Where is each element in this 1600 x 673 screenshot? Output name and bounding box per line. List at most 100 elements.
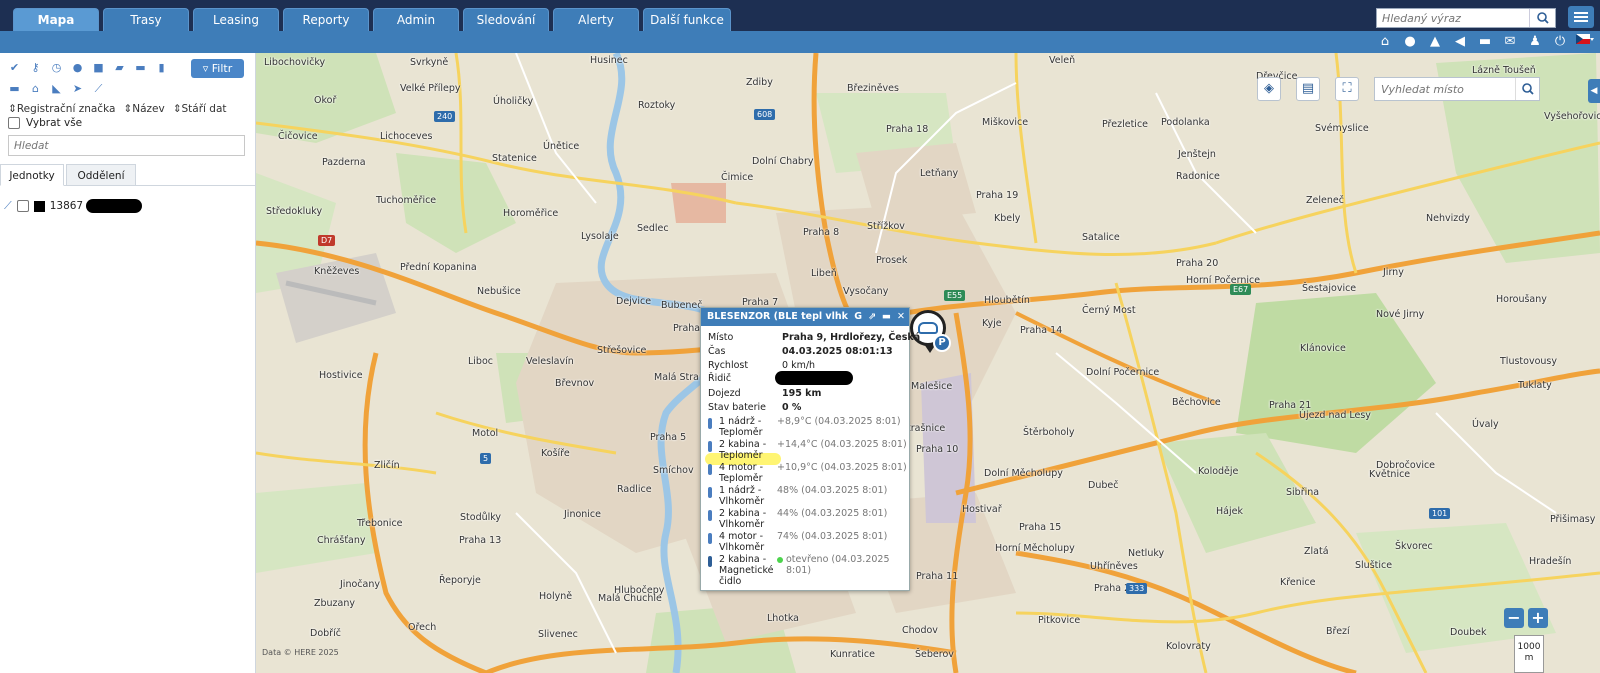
tab-trasy[interactable]: Trasy (103, 8, 189, 31)
global-search-input[interactable] (1377, 9, 1529, 27)
map-place-label: Vysočany (843, 286, 889, 297)
filter-button[interactable]: ▿ Filtr (191, 59, 244, 78)
sensor-label-line1: 2 kabina - (719, 439, 767, 450)
folder-icon[interactable]: ▬ (1476, 34, 1494, 50)
map-place-label: Střešovice (597, 345, 647, 356)
collapse-panel-button[interactable]: ◀ (1588, 79, 1600, 103)
minimize-icon[interactable]: ▬ (882, 308, 891, 326)
car-icon[interactable]: ▰ (113, 61, 126, 74)
tab-reporty[interactable]: Reporty (283, 8, 369, 31)
road-number-shield: E67 (1230, 284, 1252, 295)
map-place-label: Satalice (1082, 232, 1120, 243)
chat-icon[interactable]: ● (1401, 34, 1419, 50)
tab-sledovani[interactable]: Sledování (463, 8, 549, 31)
excavator-icon[interactable]: ◣ (50, 82, 63, 95)
place-search-input[interactable] (1375, 78, 1515, 100)
sensor-value: otevřeno (04.03.2025 8:01) (777, 554, 890, 576)
global-search (1376, 8, 1556, 28)
map-place-label: Jinočany (340, 579, 380, 590)
global-search-button[interactable] (1529, 9, 1555, 27)
map-place-label: Tlustovousy (1500, 356, 1557, 367)
tab-mapa[interactable]: Mapa (13, 8, 99, 31)
map-place-label: Slivenec (538, 629, 578, 640)
map-place-label: Praha 20 (1176, 258, 1219, 269)
van-icon[interactable]: ▬ (134, 61, 147, 74)
unit-row[interactable]: ⟋ 13867 (4, 199, 143, 213)
map-place-label: Čimice (721, 172, 754, 183)
sensor-value: +8,9°C (04.03.2025 8:01) (777, 416, 901, 427)
truck-icon[interactable]: ▮ (155, 61, 168, 74)
map-place-label: Koloděje (1198, 466, 1239, 477)
sort-registration[interactable]: ⇕Registrační značka (8, 103, 115, 115)
map-place-label: Dolní Měcholupy (984, 468, 1063, 479)
person-icon[interactable]: ● (71, 61, 84, 74)
fullscreen-button[interactable]: ⛶ (1335, 77, 1359, 101)
navigation-icon[interactable]: ➤ (71, 82, 84, 95)
user-settings-icon[interactable]: ♟ (1526, 34, 1544, 50)
sensor-value: 74% (04.03.2025 8:01) (777, 531, 888, 542)
hamburger-menu-button[interactable] (1568, 6, 1594, 28)
map-place-label: Praha 15 (1019, 522, 1062, 533)
tab-admin[interactable]: Admin (373, 8, 459, 31)
key-icon[interactable]: ⚷ (29, 61, 42, 74)
unit-search-input[interactable] (9, 136, 244, 155)
mute-icon[interactable]: ◀ (1451, 34, 1469, 50)
vehicle-info-popup: BLESENZOR (BLE tepl vlhk G ⇗ ▬ ✕ Místo P… (700, 307, 920, 591)
power-icon[interactable]: ⏻ (1551, 34, 1569, 50)
tab-alerty[interactable]: Alerty (553, 8, 639, 31)
tab-jednotky[interactable]: Jednotky (0, 164, 64, 186)
google-icon[interactable]: G (854, 308, 862, 326)
map-place-label: Jenštejn (1178, 149, 1216, 160)
map-place-label: Kbely (994, 213, 1021, 224)
unit-checkbox[interactable] (16, 200, 29, 212)
sort-data-age[interactable]: ⇕Stáří dat (173, 103, 227, 115)
map-place-label: Zličín (374, 460, 400, 471)
unit-type-filters-row2: ▬ ⌂ ◣ ➤ ⟋ (8, 82, 105, 95)
warning-icon[interactable]: ▲ (1426, 34, 1444, 50)
map-place-label: Kunratice (830, 649, 875, 660)
map-place-label: Stodůlky (460, 512, 502, 523)
map-area[interactable]: LibochovičkySvrkyněHusinecVeleňDřevčiceL… (256, 53, 1600, 673)
zoom-out-button[interactable]: − (1504, 608, 1524, 628)
map-place-label: Dolní Počernice (1086, 367, 1160, 378)
map-type-button[interactable]: ▤ (1296, 77, 1320, 101)
map-place-label: Dejvice (616, 296, 652, 307)
popup-label-misto: Místo (708, 332, 734, 343)
zoom-in-button[interactable]: + (1528, 608, 1548, 628)
broom-icon[interactable]: ⟋ (92, 82, 105, 95)
bus-icon[interactable]: ▬ (8, 82, 21, 95)
sort-name-label: Název (132, 103, 165, 115)
clock-icon[interactable]: ◷ (50, 61, 63, 74)
tab-leasing[interactable]: Leasing (193, 8, 279, 31)
top-navigation: Mapa Trasy Leasing Reporty Admin Sledová… (0, 0, 1600, 31)
map-place-label: Břevnov (555, 378, 595, 389)
map-place-label: Svémyslice (1315, 123, 1369, 134)
map-place-label: Statenice (492, 153, 537, 164)
house-icon[interactable]: ⌂ (29, 82, 42, 95)
flag-cz-icon[interactable] (1576, 34, 1594, 50)
sort-name[interactable]: ⇕Název (123, 103, 164, 115)
place-search-button[interactable] (1515, 78, 1539, 100)
road-number-shield: D7 (318, 235, 336, 246)
unit-search (8, 135, 245, 156)
tab-oddeleni[interactable]: Oddělení (66, 164, 136, 186)
mail-icon[interactable]: ✉ (1501, 34, 1519, 50)
map-place-label: Horní Měcholupy (995, 543, 1075, 554)
redacted-text (86, 199, 143, 213)
map-place-label: Zlatá (1304, 546, 1329, 557)
select-all-checkbox[interactable] (8, 117, 20, 129)
close-icon[interactable]: ✕ (897, 308, 905, 326)
map-place-label: Řeporyje (439, 575, 481, 586)
layers-button[interactable]: ◈ (1257, 77, 1281, 101)
map-place-label: Kněževes (314, 266, 360, 277)
map-place-label: Újezd nad Lesy (1299, 410, 1371, 421)
link-icon[interactable]: ⇗ (868, 308, 876, 326)
check-icon[interactable]: ✔ (8, 61, 21, 74)
home-icon[interactable]: ⌂ (1376, 34, 1394, 50)
popup-label-stav-baterie: Stav baterie (708, 402, 767, 413)
tab-dalsi-funkce[interactable]: Další funkce (643, 8, 731, 31)
sensor-label-line2: Vlhkoměr (719, 542, 765, 553)
map-place-label: Doubek (1450, 627, 1487, 638)
briefcase-icon[interactable]: ■ (92, 61, 105, 74)
road-number-shield: 608 (754, 109, 776, 120)
